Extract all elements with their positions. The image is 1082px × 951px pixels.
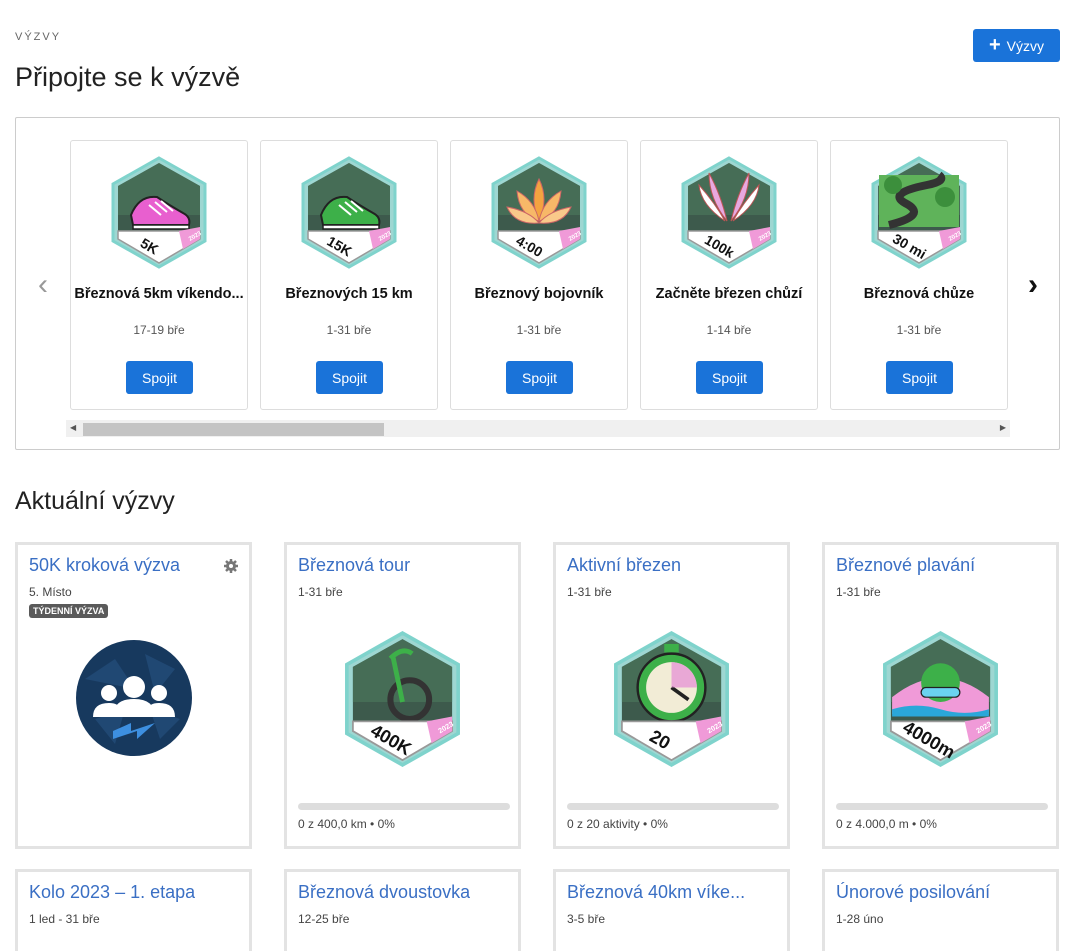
group-avatar-icon — [76, 640, 192, 756]
challenge-card[interactable]: Březnová 40km víke... 3-5 bře — [553, 869, 790, 951]
progress-bar — [567, 803, 779, 810]
challenge-title-link[interactable]: Březnová 40km víke... — [567, 882, 745, 903]
swimmer-icon: 2023 4000m — [880, 629, 1001, 769]
join-carousel: ‹ › 2023 5K Březnová 5km víkendo... 17-1… — [15, 117, 1060, 450]
challenge-title: Březnová 5km víkendo... — [74, 286, 244, 302]
challenge-card[interactable]: Březnová tour 1-31 bře 2023 400K 0 z 400… — [284, 542, 521, 849]
shoe-icon: 2023 15K — [299, 155, 399, 270]
add-challenge-button[interactable]: + Výzvy — [973, 29, 1060, 62]
challenge-date: 17-19 bře — [133, 323, 185, 337]
carousel-next-arrow[interactable]: › — [1028, 268, 1038, 302]
lotus-icon: 2023 4:00 — [489, 155, 589, 270]
join-button[interactable]: Spojit — [696, 361, 763, 394]
challenge-title-link[interactable]: Aktivní březen — [567, 555, 681, 576]
challenge-title: Březnových 15 km — [285, 286, 413, 302]
current-challenges-heading: Aktuální výzvy — [15, 487, 175, 515]
challenge-card[interactable]: 50K kroková výzva 5. Místo TÝDENNÍ VÝZVA — [15, 542, 252, 849]
challenge-date: 1-31 bře — [836, 585, 881, 599]
path-icon: 2023 30 mi — [869, 155, 969, 270]
challenge-date: 1-28 úno — [836, 912, 884, 926]
carousel-card[interactable]: 2023 15K Březnových 15 km 1-31 bře Spoji… — [260, 140, 438, 410]
challenge-date: 5. Místo — [29, 585, 72, 599]
challenge-date: 12-25 bře — [298, 912, 350, 926]
carousel-card[interactable]: 2023 30 mi Březnová chůze 1-31 bře Spoji… — [830, 140, 1008, 410]
challenge-card[interactable]: Březnové plavání 1-31 bře 2023 4000m 0 z… — [822, 542, 1059, 849]
page-title: Připojte se k výzvě — [15, 62, 241, 92]
stopwatch-icon: 2023 20 — [611, 629, 732, 769]
join-button[interactable]: Spojit — [316, 361, 383, 394]
challenge-date: 1-31 bře — [567, 585, 612, 599]
challenge-title: Březnový bojovník — [474, 286, 604, 302]
progress-text: 0 z 400,0 km • 0% — [298, 817, 395, 831]
challenge-date: 1 led - 31 bře — [29, 912, 100, 926]
challenge-card[interactable]: Aktivní březen 1-31 bře 2023 20 0 z 20 a… — [553, 542, 790, 849]
progress-text: 0 z 20 aktivity • 0% — [567, 817, 668, 831]
gear-icon[interactable] — [223, 558, 239, 574]
wings-icon: 2023 100k — [679, 155, 779, 270]
challenge-date: 1-31 bře — [326, 323, 372, 337]
plus-icon: + — [988, 33, 1001, 56]
carousel-card[interactable]: 2023 4:00 Březnový bojovník 1-31 bře Spo… — [450, 140, 628, 410]
shoe-icon: 2023 5K — [109, 155, 209, 270]
challenge-title-link[interactable]: Únorové posilování — [836, 882, 990, 903]
challenge-date: 1-31 bře — [896, 323, 942, 337]
bike-icon: 2023 400K — [342, 629, 463, 769]
weekly-challenge-tag: TÝDENNÍ VÝZVA — [29, 604, 109, 618]
challenge-card[interactable]: Únorové posilování 1-28 úno — [822, 869, 1059, 951]
carousel-prev-arrow[interactable]: ‹ — [38, 268, 48, 302]
scroll-right-icon[interactable]: ▶ — [1000, 423, 1006, 432]
challenge-date: 3-5 bře — [567, 912, 606, 926]
join-button[interactable]: Spojit — [126, 361, 193, 394]
challenge-title: Začněte březen chůzí — [655, 286, 803, 302]
join-button[interactable]: Spojit — [886, 361, 953, 394]
scrollbar-thumb[interactable] — [83, 423, 384, 436]
page-eyebrow: VÝZVY — [15, 31, 62, 43]
challenge-date: 1-31 bře — [516, 323, 562, 337]
challenge-date: 1-31 bře — [298, 585, 343, 599]
carousel-card[interactable]: 2023 5K Březnová 5km víkendo... 17-19 bř… — [70, 140, 248, 410]
join-button[interactable]: Spojit — [506, 361, 573, 394]
progress-text: 0 z 4.000,0 m • 0% — [836, 817, 937, 831]
challenge-card[interactable]: Březnová dvoustovka 12-25 bře — [284, 869, 521, 951]
challenge-title-link[interactable]: Březnová tour — [298, 555, 410, 576]
challenge-title-link[interactable]: Březnové plavání — [836, 555, 975, 576]
add-challenge-label: Výzvy — [1006, 37, 1045, 54]
challenge-title: Březnová chůze — [863, 286, 975, 302]
horizontal-scrollbar[interactable]: ◀ ▶ — [66, 420, 1010, 437]
progress-bar — [836, 803, 1048, 810]
scroll-left-icon[interactable]: ◀ — [70, 423, 76, 432]
challenge-title-link[interactable]: 50K kroková výzva — [29, 555, 180, 576]
challenge-date: 1-14 bře — [706, 323, 752, 337]
challenge-title-link[interactable]: Kolo 2023 – 1. etapa — [29, 882, 195, 903]
carousel-card[interactable]: 2023 100k Začněte březen chůzí 1-14 bře … — [640, 140, 818, 410]
challenge-card[interactable]: Kolo 2023 – 1. etapa 1 led - 31 bře — [15, 869, 252, 951]
challenge-title-link[interactable]: Březnová dvoustovka — [298, 882, 470, 903]
progress-bar — [298, 803, 510, 810]
